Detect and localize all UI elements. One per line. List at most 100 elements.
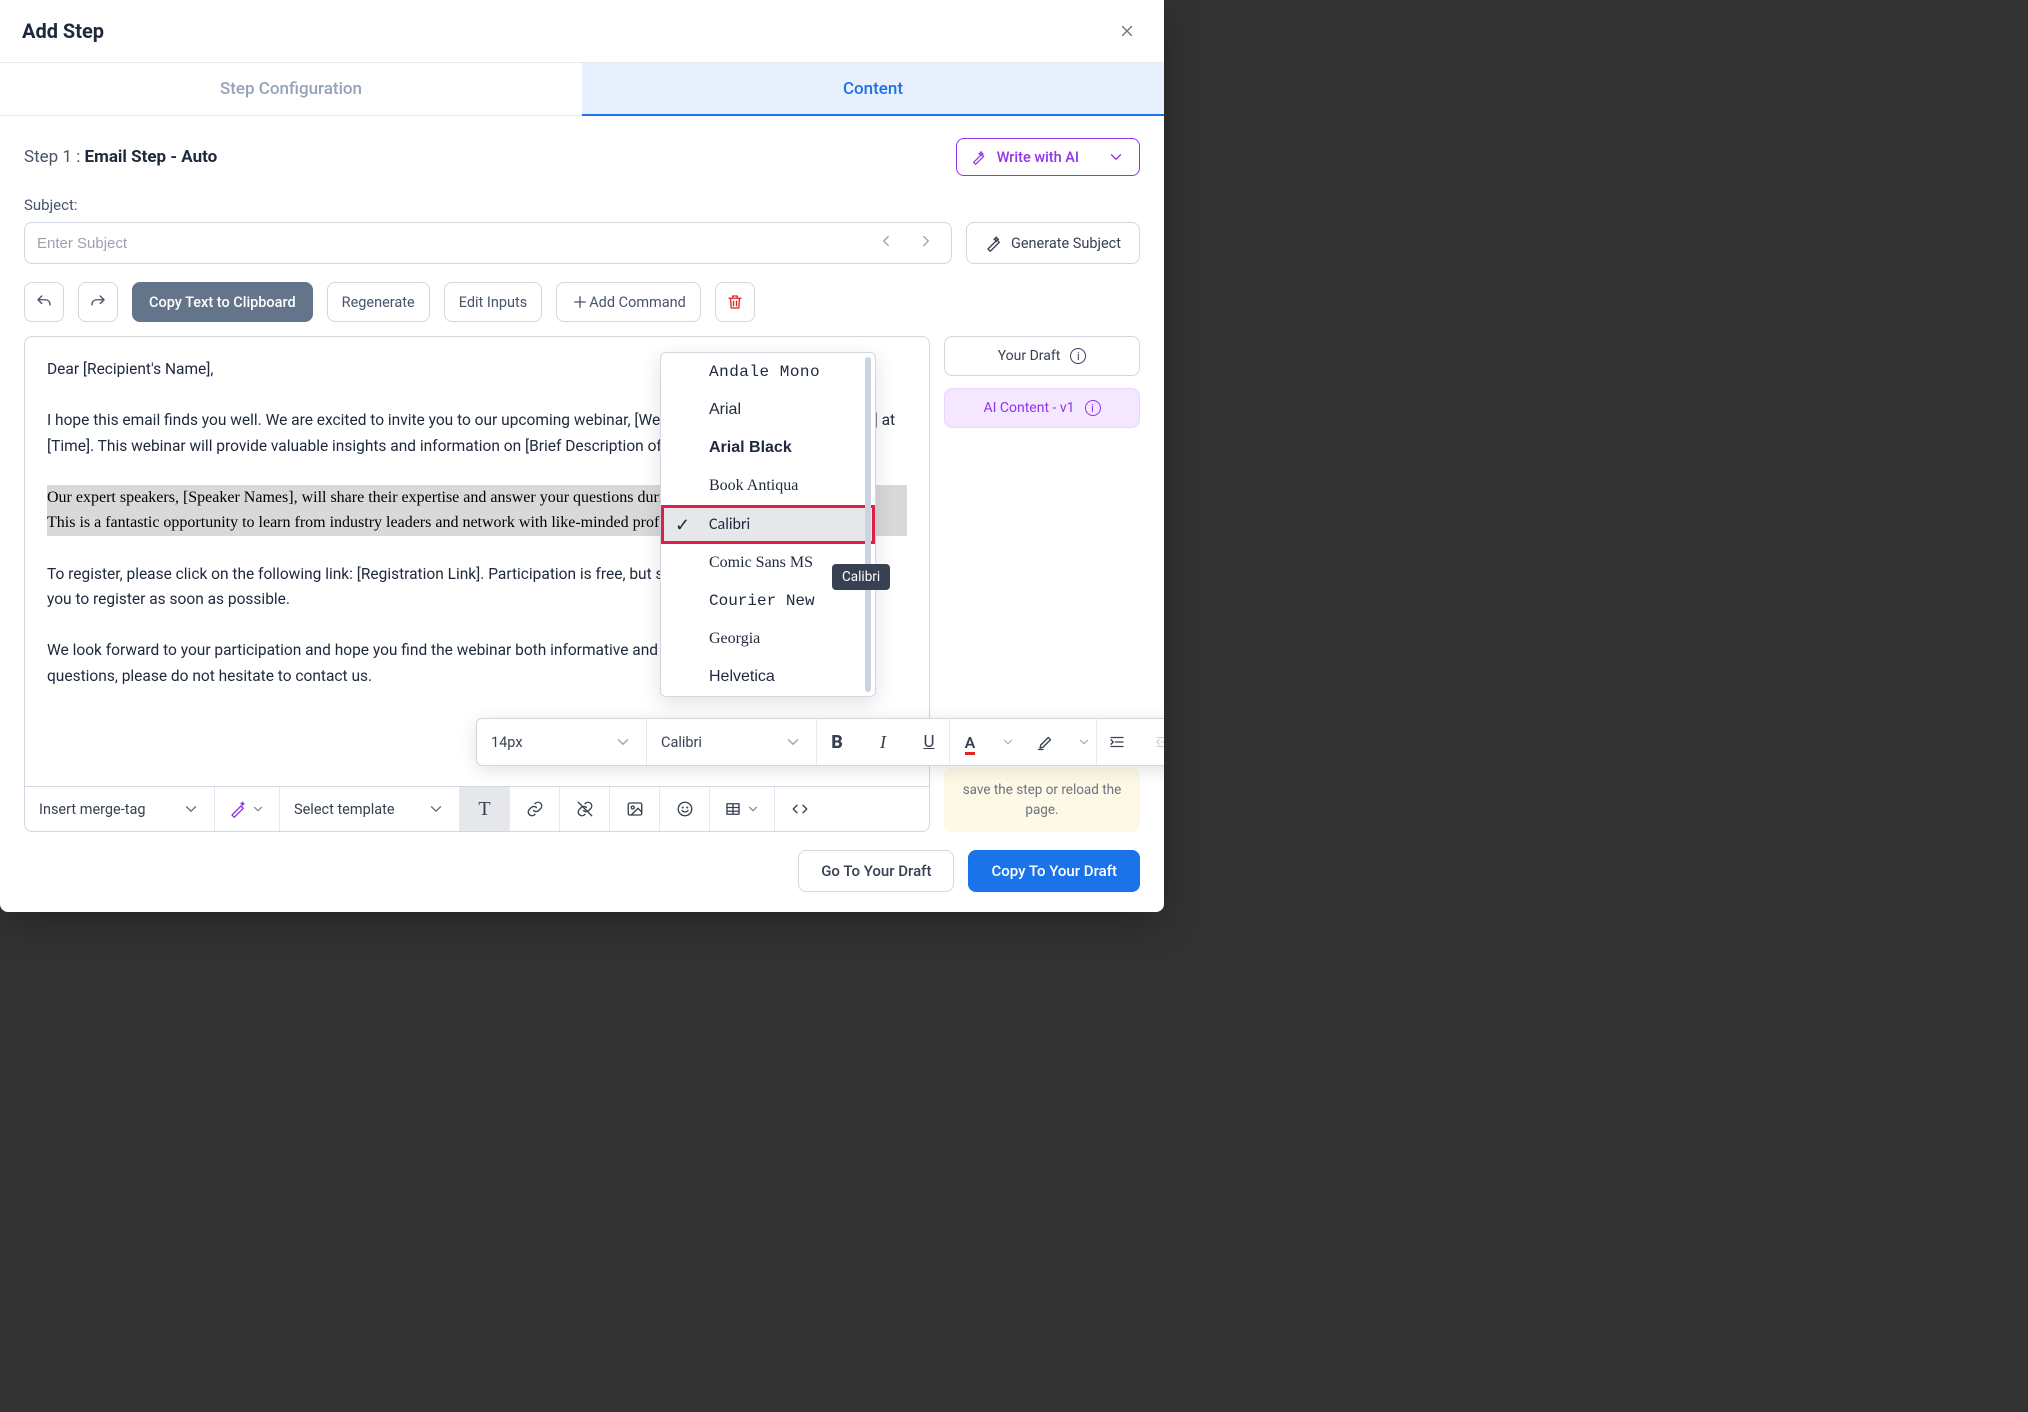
highlight-dropdown[interactable] xyxy=(1072,719,1096,765)
text-style-group: B I U xyxy=(817,719,950,765)
code-icon xyxy=(791,800,809,818)
font-option-book-antiqua[interactable]: Book Antiqua xyxy=(661,467,875,505)
chevron-down-icon xyxy=(614,733,632,751)
add-command-label: Add Command xyxy=(589,294,686,311)
info-icon: i xyxy=(1085,400,1101,416)
subject-next-button[interactable] xyxy=(917,232,935,254)
redo-icon xyxy=(89,293,107,311)
write-with-ai-button[interactable]: Write with AI xyxy=(956,138,1140,176)
underline-icon: U xyxy=(923,732,934,752)
font-family-value: Calibri xyxy=(661,734,702,751)
image-tool-button[interactable] xyxy=(610,787,660,831)
highlight-button[interactable] xyxy=(1026,719,1066,765)
chevron-down-icon xyxy=(1077,735,1091,749)
font-option-calibri-label: Calibri xyxy=(709,515,750,534)
write-with-ai-label: Write with AI xyxy=(997,149,1079,166)
bold-icon: B xyxy=(831,732,843,753)
outdent-icon xyxy=(1154,733,1164,751)
add-step-modal: Add Step Step Configuration Content Step… xyxy=(0,0,1164,912)
image-icon xyxy=(626,800,644,818)
text-color-dropdown[interactable] xyxy=(996,719,1020,765)
indent-group xyxy=(1097,719,1164,765)
go-to-draft-button[interactable]: Go To Your Draft xyxy=(798,850,954,892)
unlink-icon xyxy=(576,800,594,818)
generate-subject-button[interactable]: Generate Subject xyxy=(966,222,1140,264)
text-color-group: A xyxy=(950,719,1097,765)
underline-button[interactable]: U xyxy=(909,719,949,765)
italic-icon: I xyxy=(880,732,886,753)
format-toolbar: 14px Calibri B I U A xyxy=(476,718,1164,766)
check-icon: ✓ xyxy=(675,514,690,536)
font-size-value: 14px xyxy=(491,734,523,751)
add-command-button[interactable]: Add Command xyxy=(556,282,701,322)
font-option-calibri[interactable]: ✓ Calibri xyxy=(661,505,875,544)
unlink-tool-button[interactable] xyxy=(560,787,610,831)
subject-row: Generate Subject xyxy=(24,222,1140,264)
font-family-select[interactable]: Calibri xyxy=(647,719,817,765)
text-color-icon: A xyxy=(965,733,976,752)
edit-inputs-button[interactable]: Edit Inputs xyxy=(444,282,542,322)
close-button[interactable] xyxy=(1114,18,1140,44)
regenerate-button[interactable]: Regenerate xyxy=(327,282,430,322)
undo-icon xyxy=(35,293,53,311)
emoji-icon xyxy=(676,800,694,818)
highlight-icon xyxy=(1037,733,1055,751)
font-option-arial[interactable]: Arial xyxy=(661,391,875,429)
magic-wand-icon xyxy=(971,149,987,165)
font-option-arial-black[interactable]: Arial Black xyxy=(661,429,875,467)
code-tool-button[interactable] xyxy=(775,787,825,831)
step-prefix: Step 1 : xyxy=(24,147,85,167)
font-family-dropdown[interactable]: Andale Mono Arial Arial Black Book Antiq… xyxy=(660,352,876,697)
step-title: Step 1 : Email Step - Auto xyxy=(24,147,217,167)
your-draft-label: Your Draft xyxy=(998,348,1061,364)
delete-button[interactable] xyxy=(715,282,755,322)
bold-button[interactable]: B xyxy=(817,719,857,765)
modal-footer: Go To Your Draft Copy To Your Draft xyxy=(0,832,1164,912)
font-size-select[interactable]: 14px xyxy=(477,719,647,765)
text-tool-icon: T xyxy=(478,798,490,821)
subject-prev-button[interactable] xyxy=(877,232,895,254)
font-option-georgia[interactable]: Georgia xyxy=(661,620,875,658)
chevron-down-icon xyxy=(784,733,802,751)
table-tool-button[interactable] xyxy=(710,787,775,831)
undo-button[interactable] xyxy=(24,282,64,322)
emoji-tool-button[interactable] xyxy=(660,787,710,831)
chevron-down-icon xyxy=(251,802,265,816)
text-tool-button[interactable]: T xyxy=(460,787,510,831)
ai-content-pill[interactable]: AI Content - v1 i xyxy=(944,388,1140,428)
ai-template-button[interactable] xyxy=(215,787,280,831)
action-row: Copy Text to Clipboard Regenerate Edit I… xyxy=(24,282,1140,322)
ai-content-label: AI Content - v1 xyxy=(983,400,1074,416)
magic-wand-icon xyxy=(229,800,247,818)
subject-label: Subject: xyxy=(24,196,1140,214)
tabs: Step Configuration Content xyxy=(0,63,1164,116)
modal-title: Add Step xyxy=(22,19,104,43)
generate-subject-label: Generate Subject xyxy=(1011,235,1121,252)
font-tooltip: Calibri xyxy=(832,564,890,590)
font-option-helvetica[interactable]: Helvetica xyxy=(661,658,875,696)
insert-merge-tag-label: Insert merge-tag xyxy=(39,801,146,818)
trash-icon xyxy=(726,293,744,311)
indent-button[interactable] xyxy=(1097,719,1137,765)
warning-box: save the step or reload the page. xyxy=(944,768,1140,833)
copy-text-button[interactable]: Copy Text to Clipboard xyxy=(132,282,313,322)
chevron-left-icon xyxy=(877,232,895,250)
tab-step-configuration[interactable]: Step Configuration xyxy=(0,63,582,115)
text-color-button[interactable]: A xyxy=(950,719,990,765)
link-tool-button[interactable] xyxy=(510,787,560,831)
redo-button[interactable] xyxy=(78,282,118,322)
insert-merge-tag-dropdown[interactable]: Insert merge-tag xyxy=(25,787,215,831)
italic-button[interactable]: I xyxy=(863,719,903,765)
outdent-button[interactable] xyxy=(1143,719,1164,765)
step-name: Email Step - Auto xyxy=(85,147,218,167)
copy-to-draft-button[interactable]: Copy To Your Draft xyxy=(968,850,1140,892)
step-header-row: Step 1 : Email Step - Auto Write with AI xyxy=(24,138,1140,176)
subject-nav xyxy=(877,232,939,254)
plus-icon xyxy=(571,293,589,311)
your-draft-pill[interactable]: Your Draft i xyxy=(944,336,1140,376)
tab-content[interactable]: Content xyxy=(582,63,1164,115)
link-icon xyxy=(526,800,544,818)
subject-input[interactable] xyxy=(37,235,877,252)
font-option-andale-mono[interactable]: Andale Mono xyxy=(661,353,875,391)
select-template-dropdown[interactable]: Select template xyxy=(280,787,460,831)
